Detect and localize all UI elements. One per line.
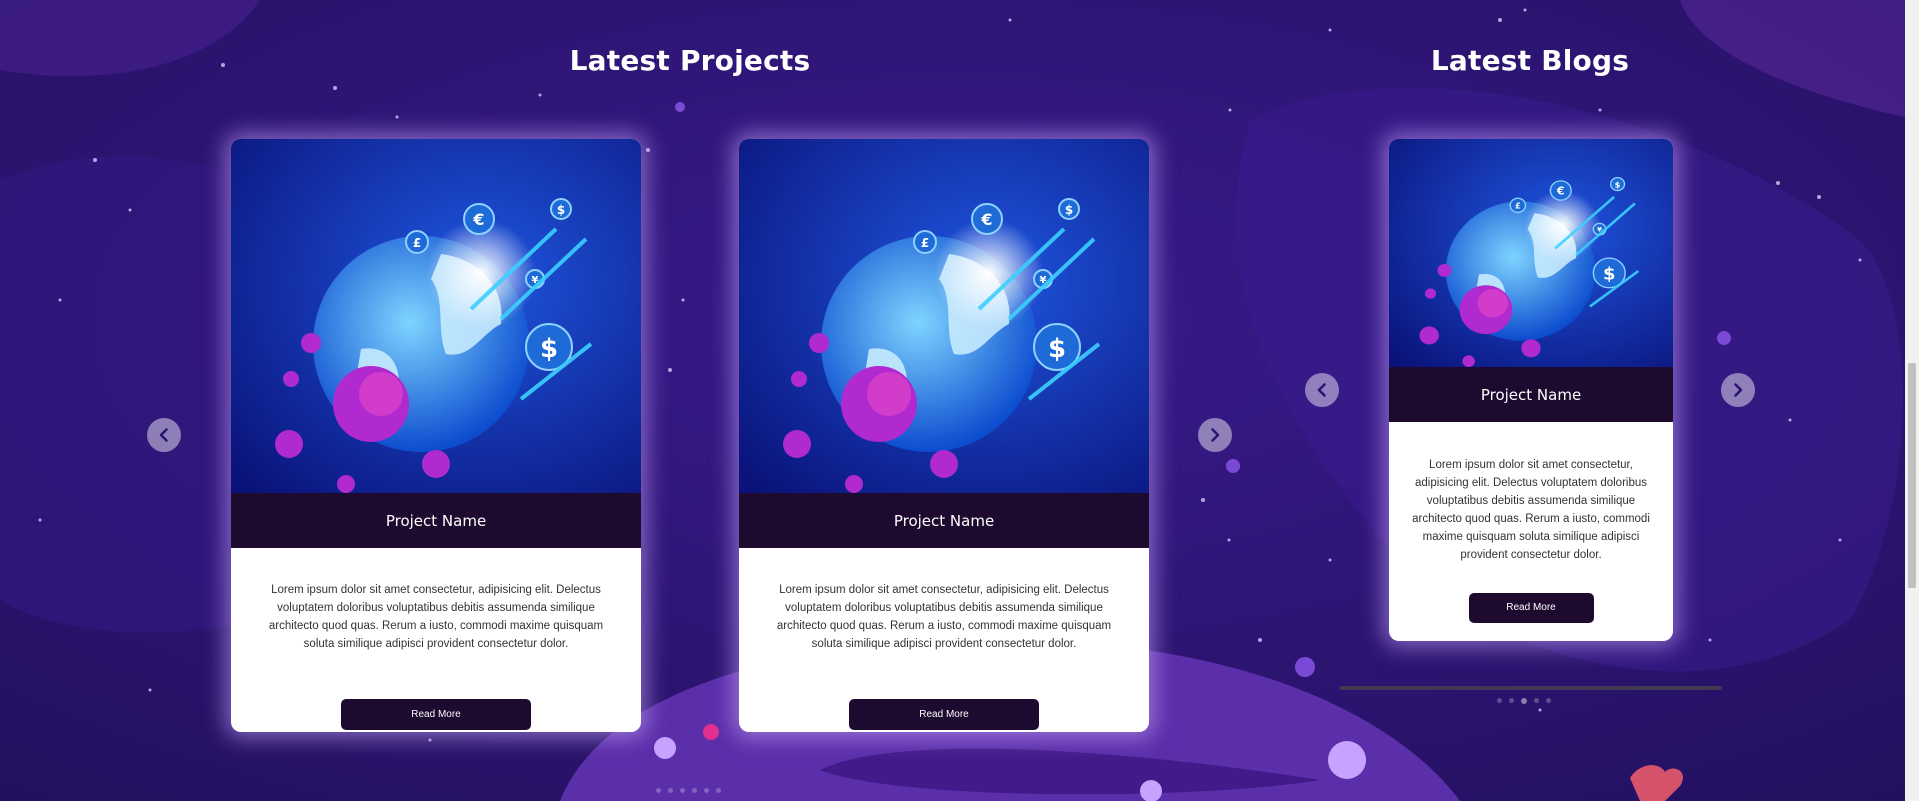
chevron-left-icon	[159, 428, 168, 442]
svg-text:€: €	[1556, 185, 1565, 198]
chevron-right-icon	[1211, 428, 1220, 442]
read-more-button[interactable]: Read More	[1468, 593, 1594, 623]
pagination-dot[interactable]	[656, 788, 661, 793]
read-more-button[interactable]: Read More	[341, 699, 531, 730]
project-card: € $ £ $ ¥ Project Name Lorem ipsum dolor s…	[231, 139, 641, 732]
pagination-dot[interactable]	[692, 788, 697, 793]
read-more-button[interactable]: Read More	[849, 699, 1039, 730]
svg-text:£: £	[921, 236, 929, 250]
svg-text:$: $	[540, 334, 558, 364]
project-card-description: Lorem ipsum dolor sit amet consectetur, …	[776, 584, 1112, 650]
globe-currency-virus-image: € $ £$ ¥	[231, 139, 641, 493]
pagination-dot[interactable]	[680, 788, 685, 793]
pagination-dot[interactable]	[668, 788, 673, 793]
svg-text:£: £	[413, 236, 421, 250]
blogs-prev-button[interactable]	[1305, 373, 1339, 407]
project-card-body: Lorem ipsum dolor sit amet consectetur, …	[231, 548, 641, 699]
globe-currency-virus-image: € $ £$ ¥	[1389, 139, 1673, 367]
chevron-left-icon	[1317, 383, 1326, 397]
blogs-section-title: Latest Blogs	[1430, 44, 1630, 77]
chevron-right-icon	[1734, 383, 1743, 397]
pagination-dot[interactable]	[704, 788, 709, 793]
blogs-scrollbar-track[interactable]	[1340, 686, 1722, 690]
pagination-dot[interactable]	[1546, 698, 1551, 703]
svg-text:$: $	[1048, 334, 1066, 364]
pagination-dot[interactable]	[716, 788, 721, 793]
projects-section-title: Latest Projects	[569, 44, 811, 77]
blogs-next-button[interactable]	[1721, 373, 1755, 407]
pagination-dot[interactable]	[1497, 698, 1502, 703]
blog-card-image: € $ £ $ ¥	[1389, 139, 1673, 367]
project-card-title: Project Name	[739, 493, 1149, 548]
pagination-dot[interactable]	[1534, 698, 1539, 703]
svg-text:$: $	[1065, 203, 1073, 217]
page-scrollbar-thumb[interactable]	[1908, 363, 1916, 588]
svg-text:€: €	[980, 210, 992, 229]
blog-card-title: Project Name	[1389, 367, 1673, 422]
project-card-title: Project Name	[231, 493, 641, 548]
page-scrollbar[interactable]	[1905, 0, 1919, 801]
svg-text:$: $	[1615, 181, 1621, 190]
svg-text:€: €	[472, 210, 484, 229]
blog-card: € $ £ $ ¥ Project Name Lorem ipsum dolor s…	[1389, 139, 1673, 641]
svg-text:$: $	[1603, 265, 1616, 284]
projects-prev-button[interactable]	[147, 418, 181, 452]
blogs-pagination	[1497, 698, 1551, 704]
svg-text:$: $	[557, 203, 565, 217]
blogs-scrollbar-thumb[interactable]	[1340, 686, 1722, 690]
pagination-dot-active[interactable]	[1521, 698, 1527, 704]
svg-text:£: £	[1515, 202, 1521, 211]
projects-pagination	[656, 788, 721, 793]
projects-next-button[interactable]	[1198, 418, 1232, 452]
project-card-image: € $ £ $ ¥	[231, 139, 641, 493]
project-card-description: Lorem ipsum dolor sit amet consectetur, …	[268, 584, 604, 650]
blog-card-body: Lorem ipsum dolor sit amet consectetur, …	[1389, 422, 1673, 593]
project-card: € $ £ $ ¥ Project Name Lorem ipsum dolor s…	[739, 139, 1149, 732]
globe-currency-virus-image: € $ £$ ¥	[739, 139, 1149, 493]
project-card-body: Lorem ipsum dolor sit amet consectetur, …	[739, 548, 1149, 699]
blog-card-description: Lorem ipsum dolor sit amet consectetur, …	[1412, 459, 1650, 561]
project-card-image: € $ £ $ ¥	[739, 139, 1149, 493]
pagination-dot[interactable]	[1509, 698, 1514, 703]
